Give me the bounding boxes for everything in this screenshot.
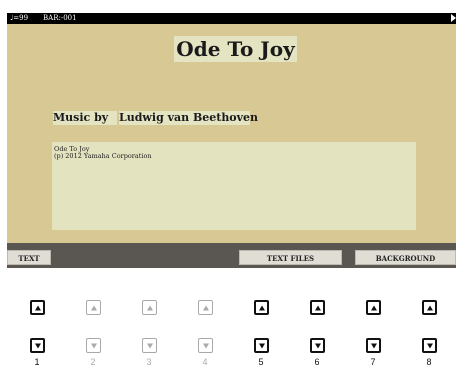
button-number-label: 3	[146, 357, 152, 367]
up-button-6[interactable]	[310, 300, 325, 315]
up-button-8[interactable]	[422, 300, 437, 315]
triangle-up-icon	[314, 305, 321, 310]
triangle-down-icon	[258, 343, 265, 348]
bar-counter: BAR:-001	[43, 14, 77, 22]
song-title: Ode To Joy	[174, 36, 297, 62]
memo-area: Ode To Joy (p) 2012 Yamaha Corporation	[52, 142, 416, 230]
composer-name: Ludwig van Beethoven	[119, 111, 259, 125]
button-number-label: 7	[370, 357, 376, 367]
triangle-down-icon	[314, 343, 321, 348]
triangle-up-icon	[146, 305, 153, 310]
triangle-up-icon	[34, 305, 41, 310]
down-button-7[interactable]	[366, 338, 381, 353]
triangle-up-icon	[370, 305, 377, 310]
play-arrow-icon	[451, 14, 456, 22]
text-files-button[interactable]: TEXT FILES	[239, 250, 342, 265]
triangle-up-icon	[90, 305, 97, 310]
triangle-down-icon	[146, 343, 153, 348]
down-button-6[interactable]	[310, 338, 325, 353]
up-button-5[interactable]	[254, 300, 269, 315]
down-button-8[interactable]	[422, 338, 437, 353]
softkey-bar: TEXT TEXT FILES BACKGROUND	[7, 243, 456, 268]
triangle-down-icon	[34, 343, 41, 348]
composer-label: Music by	[53, 111, 117, 125]
background-button[interactable]: BACKGROUND	[355, 250, 456, 265]
memo-line-copyright: (p) 2012 Yamaha Corporation	[54, 152, 152, 160]
up-button-4[interactable]	[198, 300, 213, 315]
triangle-up-icon	[426, 305, 433, 310]
button-number-label: 6	[314, 357, 320, 367]
down-button-1[interactable]	[30, 338, 45, 353]
button-number-label: 8	[426, 357, 432, 367]
triangle-down-icon	[370, 343, 377, 348]
button-number-label: 1	[34, 357, 40, 367]
button-number-label: 5	[258, 357, 264, 367]
triangle-down-icon	[90, 343, 97, 348]
button-number-label: 4	[202, 357, 208, 367]
up-button-3[interactable]	[142, 300, 157, 315]
triangle-down-icon	[202, 343, 209, 348]
tempo-indicator: ♩=99	[10, 14, 29, 22]
down-button-2[interactable]	[86, 338, 101, 353]
text-button[interactable]: TEXT	[7, 250, 51, 265]
status-bar: ♩=99 BAR:-001	[7, 13, 456, 24]
button-number-label: 2	[90, 357, 96, 367]
lyrics-panel: Ode To Joy Music by Ludwig van Beethoven…	[7, 24, 456, 243]
up-button-7[interactable]	[366, 300, 381, 315]
down-button-3[interactable]	[142, 338, 157, 353]
up-button-1[interactable]	[30, 300, 45, 315]
triangle-up-icon	[258, 305, 265, 310]
down-button-4[interactable]	[198, 338, 213, 353]
up-button-2[interactable]	[86, 300, 101, 315]
triangle-up-icon	[202, 305, 209, 310]
down-button-5[interactable]	[254, 338, 269, 353]
triangle-down-icon	[426, 343, 433, 348]
